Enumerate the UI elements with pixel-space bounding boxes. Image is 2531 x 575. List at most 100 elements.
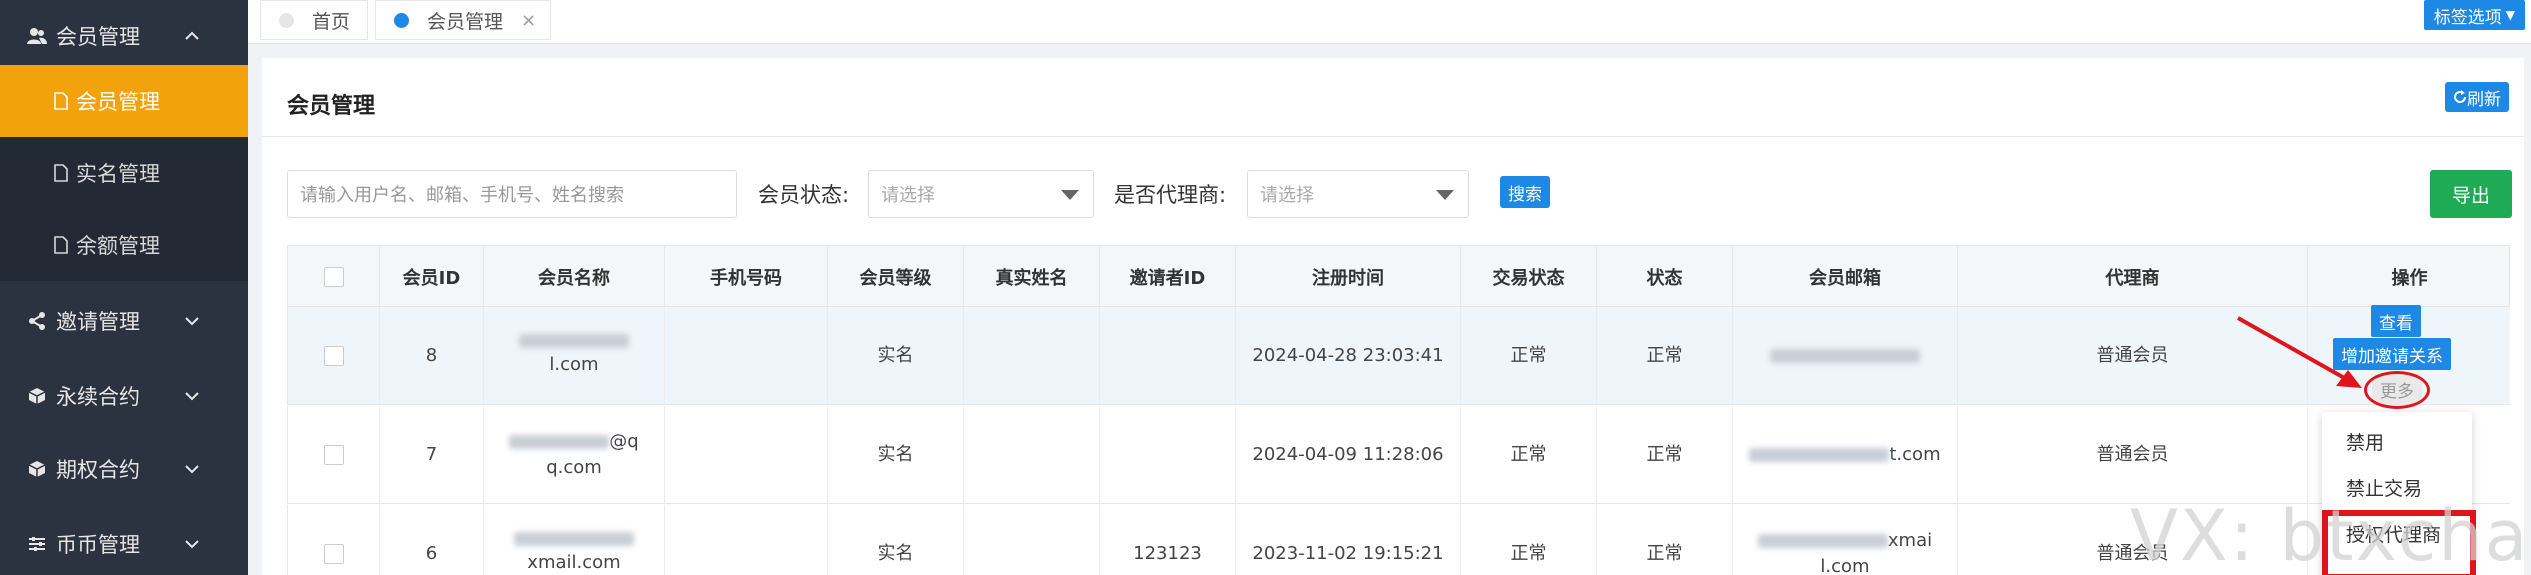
real-name [964,307,1100,405]
row-checkbox[interactable] [323,445,344,465]
header-cell: 状态 [1597,246,1733,308]
trade-status: 正常 [1461,406,1597,504]
redacted-text [514,532,634,546]
status: 正常 [1597,505,1733,575]
trade-status: 正常 [1461,307,1597,405]
sidebar-group-invite[interactable]: 邀请管理 [0,285,248,357]
tab-member-management[interactable]: 会员管理 × [375,0,551,40]
member-name: xmail.com [484,505,665,575]
status: 正常 [1597,406,1733,504]
sidebar-group-label: 币币管理 [56,533,140,557]
table-row[interactable]: 8 l.com 实名 2024-04-28 23:03:41 正常 正常 普通会… [287,307,2510,405]
file-icon [54,92,68,110]
refresh-button[interactable]: 刷新 [2445,82,2509,112]
table-row[interactable]: 7 @q q.com 实名 2024-04-09 11:28:06 正常 正常 … [287,406,2510,504]
chevron-up-icon [185,31,199,40]
row-checkbox[interactable] [323,544,344,564]
member-email: xmai l.com [1733,505,1958,575]
close-icon[interactable]: × [521,10,536,31]
sidebar-item-balance[interactable]: 余额管理 [0,209,248,281]
phone [665,505,828,575]
phone [665,406,828,504]
member-email: t.com [1733,406,1958,504]
sidebar-group-member-management[interactable]: 会员管理 [0,0,248,72]
registered-time: 2024-04-28 23:03:41 [1236,307,1461,405]
member-status-select[interactable]: 请选择 [868,170,1094,218]
member-id: 6 [380,505,484,575]
sidebar-item-member-management[interactable]: 会员管理 [0,65,248,137]
sliders-icon [26,533,48,555]
registered-time: 2023-11-02 19:15:21 [1236,505,1461,575]
sidebar-group-label: 会员管理 [56,25,140,49]
header-cell: 手机号码 [665,246,828,308]
row-checkbox-cell [288,505,380,575]
real-name [964,406,1100,504]
member-email-tail: l.com [1820,556,1870,575]
member-id: 7 [380,406,484,504]
member-name-tail: q.com [546,457,602,478]
member-level: 实名 [828,505,964,575]
tab-status-dot [279,12,294,28]
header-cell: 代理商 [1958,246,2308,308]
row-checkbox[interactable] [323,346,344,366]
agent-filter-select[interactable]: 请选择 [1247,170,1469,218]
phone [665,307,828,405]
sidebar-group-options[interactable]: 期权合约 [0,433,248,505]
member-name: @q q.com [484,406,665,504]
tab-bar: 首页 会员管理 × 标签选项 ▼ [248,0,2531,44]
member-id: 8 [380,307,484,405]
agent-filter-label: 是否代理商: [1114,183,1227,207]
sidebar-item-label: 实名管理 [76,162,160,186]
select-all-checkbox[interactable] [323,267,344,287]
tab-status-dot [394,12,409,28]
member-email-line: xmai [1757,528,1932,554]
sidebar: 会员管理 会员管理 实名管理 余额管理 邀请管理 永续合约 期权合约 币币管理 [0,0,248,575]
header-cell: 真实姓名 [964,246,1100,308]
redacted-text [509,435,610,449]
redacted-text [519,334,629,348]
sidebar-group-spot[interactable]: 币币管理 [0,508,248,575]
select-placeholder: 请选择 [881,185,935,206]
view-button[interactable]: 查看 [2371,305,2421,337]
header-cell: 注册时间 [1236,246,1461,308]
tag-options-label: 标签选项 [2433,7,2502,28]
tab-home[interactable]: 首页 [260,0,368,40]
member-name-line: @q [509,429,639,455]
refresh-label: 刷新 [2467,89,2501,110]
sidebar-item-label: 余额管理 [76,234,160,258]
inviter-id [1100,406,1236,504]
member-level: 实名 [828,307,964,405]
chevron-down-icon [185,317,199,326]
users-icon [26,25,48,47]
sidebar-group-perpetual[interactable]: 永续合约 [0,360,248,432]
header-cell: 交易状态 [1461,246,1597,308]
page-title: 会员管理 [287,94,376,119]
chevron-down-icon [185,540,199,549]
table-header: 会员ID 会员名称 手机号码 会员等级 真实姓名 邀请者ID 注册时间 交易状态… [287,245,2510,308]
watermark: VX: btxchain [2130,495,2531,575]
export-button[interactable]: 导出 [2430,170,2512,218]
select-placeholder: 请选择 [1260,185,1314,206]
caret-down-icon [1061,190,1079,200]
redacted-text [1770,349,1920,363]
header-cell: 会员邮箱 [1733,246,1958,308]
real-name [964,505,1100,575]
header-select-all [288,246,380,308]
tag-options-button[interactable]: 标签选项 ▼ [2423,0,2525,30]
member-name-mid: @q [609,431,639,452]
member-status-label: 会员状态: [758,183,850,207]
member-email [1733,307,1958,405]
search-button[interactable]: 搜索 [1500,176,1550,208]
sidebar-item-real-name[interactable]: 实名管理 [0,137,248,209]
sidebar-group-label: 永续合约 [56,385,140,409]
sidebar-item-label: 会员管理 [76,90,160,114]
member-level: 实名 [828,406,964,504]
header-cell: 操作 [2391,268,2428,289]
agent-type: 普通会员 [1958,406,2308,504]
search-input[interactable]: 请输入用户名、邮箱、手机号、姓名搜索 [287,170,737,218]
caret-down-icon: ▼ [2505,8,2515,22]
header-cell: 邀请者ID [1100,246,1236,308]
menu-item-disable[interactable]: 禁用 [2346,428,2384,455]
file-icon [54,236,68,254]
inviter-id [1100,307,1236,405]
